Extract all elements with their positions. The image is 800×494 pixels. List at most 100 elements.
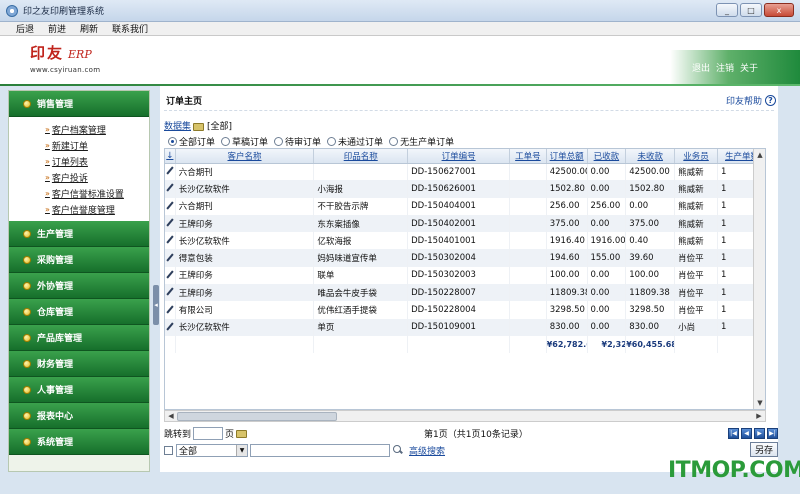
advanced-search-link[interactable]: 高级搜索 [409,444,445,457]
next-page-icon[interactable]: ▶ [754,427,765,439]
row-edit-cell[interactable] [165,318,176,336]
radio-no-production-orders[interactable]: 无生产单订单 [389,135,454,148]
col-salesperson[interactable]: 业务员 [674,149,718,164]
table-row[interactable]: 长沙亿软软件 亿软海报 DD-150401001 1916.40 1916.00 0.40… [165,232,765,250]
app-header: 印友 ERP www.csyiruan.com 退出 注销 关于 [0,36,800,84]
sidebar-item-order-list[interactable]: 订单列表 [45,153,149,169]
row-edit-cell[interactable] [165,180,176,198]
scroll-left-icon[interactable]: ◀ [165,411,177,421]
search-field-select[interactable]: 全部 ▼ [176,443,248,457]
vertical-scrollbar[interactable]: ▲ ▼ [753,149,765,409]
edit-icon[interactable] [166,167,174,175]
cell-unreceived: 39.60 [625,249,676,267]
edit-icon[interactable] [166,202,174,210]
table-row[interactable]: 长沙亿软软件 单页 DD-150109001 830.00 0.00 830.00 小尚 1 [165,318,765,336]
sidebar-collapse-handle[interactable]: ◂ [153,285,159,325]
horizontal-scrollbar[interactable]: ◀ ▶ [164,410,766,422]
row-edit-cell[interactable] [165,214,176,233]
jump-page-input[interactable] [193,426,224,440]
col-job-no[interactable]: 工单号 [509,149,547,164]
menu-contact[interactable]: 联系我们 [112,22,148,35]
edit-icon[interactable] [166,288,174,296]
maximize-button[interactable]: □ [740,3,762,17]
table-row[interactable]: 王牌印务 联单 DD-150302003 100.00 0.00 100.00 肖俭平 1 [165,266,765,285]
col-order-no[interactable]: 订单编号 [407,149,511,164]
cell-order-no: DD-150404001 [407,197,511,215]
page-nav: |◀ ◀ ▶ ▶| [728,427,778,439]
sidebar-group-warehouse[interactable]: 仓库管理 [9,299,149,325]
edit-icon[interactable] [166,236,174,244]
table-row[interactable]: 王牌印务 东东案插像 DD-150402001 375.00 0.00 375.00 熊威新… [165,214,765,233]
sidebar-group-outsourcing[interactable]: 外协管理 [9,273,149,299]
first-page-icon[interactable]: |◀ [728,427,739,439]
edit-icon[interactable] [166,271,174,279]
help-link[interactable]: 印友帮助 ? [726,94,776,107]
sort-icon[interactable]: ↓ [165,149,176,164]
sidebar-item-credit-standard[interactable]: 客户信誉标准设置 [45,185,149,201]
scroll-thumb[interactable] [177,412,337,421]
edit-icon[interactable] [166,323,174,331]
edit-icon[interactable] [166,219,174,227]
col-total[interactable]: 订单总额 [546,149,588,164]
prev-page-icon[interactable]: ◀ [741,427,752,439]
about-link[interactable]: 关于 [740,61,758,74]
scroll-right-icon[interactable]: ▶ [753,411,765,421]
table-row[interactable]: 六合期刊 不干胶告示牌 DD-150404001 256.00 256.00 0.00 熊威… [165,197,765,215]
sidebar-group-system[interactable]: 系统管理 [9,429,149,455]
table-row[interactable]: 王牌印务 唯品会牛皮手袋 DD-150228007 11809.38 0.00 11809… [165,284,765,302]
search-icon[interactable] [393,445,403,455]
col-product[interactable]: 印品名称 [313,149,409,164]
row-edit-cell[interactable] [165,249,176,267]
menu-refresh[interactable]: 刷新 [80,22,98,35]
sidebar-group-hr[interactable]: 人事管理 [9,377,149,403]
edit-icon[interactable] [166,184,174,192]
sidebar-group-purchasing[interactable]: 采购管理 [9,247,149,273]
radio-draft-orders[interactable]: 草稿订单 [221,135,268,148]
table-row[interactable]: 六合期刊 DD-150627001 42500.00 0.00 42500.00 熊威新 1 [165,163,765,181]
row-edit-cell[interactable] [165,197,176,215]
go-icon[interactable] [236,429,248,438]
edit-icon[interactable] [166,254,174,262]
sidebar-item-complaints[interactable]: 客户投诉 [45,169,149,185]
menu-back[interactable]: 后退 [16,22,34,35]
sidebar-item-new-order[interactable]: 新建订单 [45,137,149,153]
row-edit-cell[interactable] [165,301,176,319]
save-as-button[interactable]: 另存 [750,442,778,457]
sidebar-group-reports[interactable]: 报表中心 [9,403,149,429]
radio-pending-orders[interactable]: 待审订单 [274,135,321,148]
table-row[interactable]: 得意包装 妈妈味道宣传单 DD-150302004 194.60 155.00 39.60… [165,249,765,267]
logout-link[interactable]: 退出 [692,61,710,74]
minimize-button[interactable]: _ [716,3,738,17]
scroll-down-icon[interactable]: ▼ [754,397,765,409]
close-button[interactable]: x [764,3,794,17]
dataset-link[interactable]: 数据集 [164,119,191,132]
search-input[interactable] [250,443,390,457]
last-page-icon[interactable]: ▶| [767,427,778,439]
col-received[interactable]: 已收款 [587,149,627,164]
col-customer[interactable]: 客户名称 [175,149,315,164]
table-row[interactable]: 长沙亿软软件 小海报 DD-150626001 1502.80 0.00 1502.80 熊… [165,180,765,198]
radio-rejected-orders[interactable]: 未通过订单 [327,135,383,148]
scroll-up-icon[interactable]: ▲ [754,149,765,161]
sidebar-item-customer-files[interactable]: 客户档案管理 [45,121,149,137]
col-unreceived[interactable]: 未收款 [625,149,676,164]
signout-link[interactable]: 注销 [716,61,734,74]
search-checkbox[interactable] [164,445,173,455]
filter-icon[interactable] [193,122,205,131]
row-edit-cell[interactable] [165,284,176,302]
sidebar-group-products[interactable]: 产品库管理 [9,325,149,351]
bullet-icon [23,385,31,394]
edit-icon[interactable] [166,306,174,314]
row-edit-cell[interactable] [165,163,176,181]
sidebar-group-production[interactable]: 生产管理 [9,221,149,247]
page-title: 订单主页 [166,97,203,107]
bullet-icon [23,229,31,238]
sidebar-group-finance[interactable]: 财务管理 [9,351,149,377]
menu-forward[interactable]: 前进 [48,22,66,35]
row-edit-cell[interactable] [165,266,176,285]
row-edit-cell[interactable] [165,232,176,250]
sidebar-group-sales[interactable]: 销售管理 [9,91,149,117]
table-row[interactable]: 有限公司 优伟红酒手提袋 DD-150228004 3298.50 0.00 3298.5… [165,301,765,319]
radio-all-orders[interactable]: 全部订单 [168,135,215,148]
sidebar-item-credit-manage[interactable]: 客户信誉度管理 [45,201,149,217]
